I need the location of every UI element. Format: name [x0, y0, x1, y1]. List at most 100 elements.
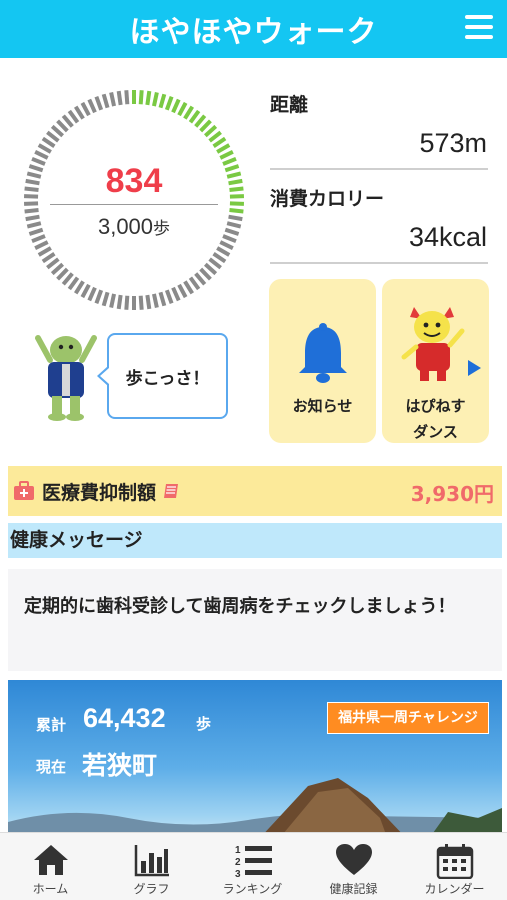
progress-tick-empty [80, 283, 91, 299]
progress-tick-filled [219, 149, 234, 160]
app-header: ほやほやウォーク [0, 0, 507, 58]
progress-tick-empty [50, 124, 64, 138]
nav-ranking[interactable]: 1 2 3 ランキング [202, 833, 303, 900]
progress-tick-empty [194, 272, 207, 286]
calories-value: 34kcal [408, 222, 487, 252]
progress-tick-empty [37, 246, 52, 257]
book-icon [164, 484, 179, 498]
progress-tick-empty [80, 101, 91, 117]
hamburger-menu-icon[interactable] [465, 15, 493, 41]
play-arrow-icon [468, 360, 481, 376]
progress-tick-empty [116, 294, 123, 310]
progress-tick-empty [24, 208, 39, 214]
dance-label-line2: ダンス [413, 423, 458, 441]
progress-tick-filled [164, 95, 174, 111]
progress-tick-filled [158, 93, 167, 109]
step-progress-ring: 834 3,000歩 [20, 86, 248, 314]
graph-icon [134, 845, 169, 877]
progress-tick-empty [138, 295, 144, 310]
medical-savings-label: 医療費抑制額 [42, 481, 157, 504]
challenge-button[interactable]: 福井県一周チャレンジ [327, 702, 489, 734]
progress-tick-empty [67, 276, 80, 291]
cumulative-unit: 歩 [196, 715, 212, 733]
progress-tick-empty [34, 149, 49, 160]
svg-text:1: 1 [235, 845, 241, 856]
progress-tick-empty [124, 90, 130, 105]
progress-tick-filled [177, 101, 188, 117]
nav-ranking-label: ランキング [222, 882, 283, 896]
nav-home[interactable]: ホーム [0, 833, 101, 900]
notice-button[interactable]: お知らせ [269, 279, 376, 443]
distance-divider [270, 168, 488, 170]
progress-tick-empty [56, 119, 69, 133]
ranking-icon: 1 2 3 [235, 845, 272, 879]
progress-tick-filled [208, 130, 222, 143]
progress-tick-empty [41, 252, 56, 264]
progress-tick-empty [101, 291, 110, 307]
dance-label-line1: はぴねす [405, 397, 466, 415]
progress-tick-empty [61, 272, 74, 286]
cumulative-steps: 64,432 [83, 703, 166, 733]
home-icon [34, 845, 68, 875]
step-goal-value: 3,000 [97, 214, 154, 239]
progress-tick-empty [145, 294, 152, 310]
calories-label: 消費カロリー [270, 188, 385, 210]
progress-tick-empty [164, 289, 174, 305]
nav-health-record[interactable]: 健康記録 [303, 833, 404, 900]
progress-tick-empty [199, 267, 212, 281]
calories-divider [270, 262, 488, 264]
distance-value: 573m [419, 128, 487, 158]
progress-tick-empty [183, 280, 194, 295]
progress-tick-filled [212, 136, 227, 148]
nav-graph[interactable]: グラフ [101, 833, 202, 900]
health-message-heading: 健康メッセージ [8, 523, 502, 558]
progress-tick-empty [177, 283, 188, 299]
progress-tick-filled [138, 90, 144, 105]
progress-tick-filled [171, 98, 181, 114]
heart-icon [336, 844, 372, 875]
nav-health-record-label: 健康記録 [329, 882, 378, 896]
ring-divider [50, 204, 218, 205]
progress-tick-empty [171, 286, 181, 302]
progress-tick-empty [109, 293, 116, 309]
dance-button[interactable]: はぴねす ダンス [382, 279, 489, 443]
progress-tick-filled [199, 119, 212, 133]
progress-tick-filled [152, 91, 159, 107]
nav-graph-label: グラフ [133, 882, 170, 896]
nav-calendar[interactable]: カレンダー [404, 833, 505, 900]
calendar-icon [436, 844, 474, 879]
first-aid-kit-icon [14, 481, 34, 500]
progress-tick-empty [152, 293, 159, 309]
progress-tick-empty [188, 276, 201, 291]
progress-tick-filled [194, 114, 207, 128]
progress-tick-filled [216, 143, 231, 154]
dinosaur-mascot-icon [35, 335, 97, 421]
progress-tick-empty [34, 240, 49, 251]
progress-tick-empty [87, 286, 97, 302]
progress-tick-empty [37, 143, 52, 154]
medical-savings-bar[interactable]: 医療費抑制額 3,930円 [8, 466, 502, 516]
nav-home-label: ホーム [32, 882, 69, 896]
progress-tick-empty [216, 246, 231, 257]
cumulative-label: 累計 [36, 716, 67, 734]
progress-tick-empty [101, 93, 110, 109]
progress-tick-empty [204, 262, 218, 276]
progress-tick-empty [212, 252, 227, 264]
bottom-navigation: ホーム グラフ 1 2 3 ランキング 健康記録 カレンダー [0, 832, 507, 900]
progress-tick-filled [229, 208, 244, 214]
challenge-banner[interactable]: 累計 64,432 歩 現在 若狭町 福井県一周チャレンジ [8, 680, 502, 840]
progress-tick-empty [74, 280, 85, 295]
distance-label: 距離 [270, 94, 309, 116]
step-count: 834 [105, 162, 163, 200]
progress-tick-empty [46, 130, 60, 143]
nav-calendar-label: カレンダー [424, 882, 485, 896]
progress-tick-empty [116, 90, 123, 106]
progress-tick-empty [87, 98, 97, 114]
progress-tick-empty [94, 289, 104, 305]
step-unit: 歩 [153, 219, 171, 238]
progress-tick-empty [124, 295, 130, 310]
speech-bubble-tail-inner [100, 368, 109, 384]
progress-tick-empty [158, 291, 167, 307]
progress-tick-filled [145, 90, 152, 106]
notice-label: お知らせ [292, 397, 353, 415]
